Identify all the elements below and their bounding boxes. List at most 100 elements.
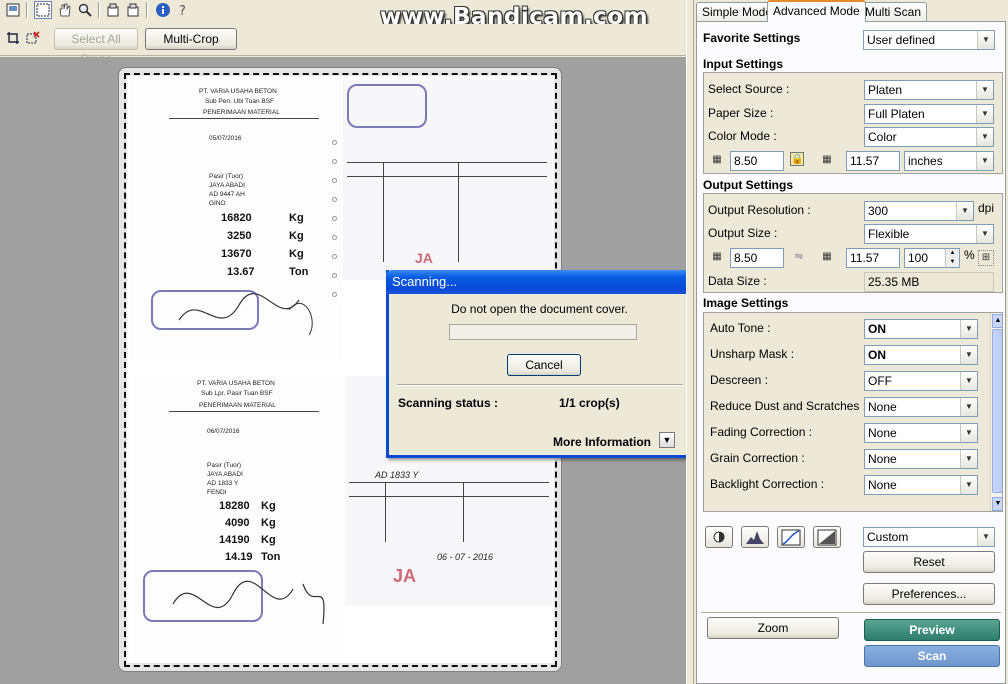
cancel-button[interactable]: Cancel — [507, 354, 581, 376]
color-mode-select[interactable]: Color ▼ — [864, 127, 994, 147]
toolbar-separator — [26, 2, 28, 18]
handwritten-date: 06 - 07 - 2016 — [437, 552, 494, 562]
image-setting-value: None — [868, 478, 897, 492]
scanning-status-label: Scanning status : — [398, 396, 499, 410]
toolbar-separator — [146, 2, 148, 18]
select-all-crops-button[interactable]: Select All Crops — [54, 28, 138, 66]
aspect-lock-icon[interactable]: 🔒 — [790, 152, 804, 166]
input-height-field[interactable]: 11.57 — [846, 151, 900, 171]
select-source-select[interactable]: Platen ▼ — [864, 80, 994, 100]
scale-field[interactable]: 100 ▲ ▼ — [904, 248, 960, 268]
paper-size-select[interactable]: Full Platen ▼ — [864, 104, 994, 124]
image-setting-select[interactable]: ON ▼ — [864, 319, 978, 339]
scroll-up-icon[interactable]: ▲ — [992, 314, 1002, 328]
paper-size-value: Full Platen — [868, 107, 925, 121]
output-width-field[interactable]: 8.50 — [730, 248, 784, 268]
pane-splitter[interactable] — [686, 0, 694, 684]
image-settings-heading: Image Settings — [703, 296, 789, 310]
input-width-field[interactable]: 8.50 — [730, 151, 784, 171]
unit-select[interactable]: inches ▼ — [904, 151, 994, 171]
reset-button[interactable]: Reset — [863, 551, 995, 573]
final-review-icon — [817, 529, 837, 546]
slip-column-line — [385, 482, 386, 542]
chevron-down-icon: ▼ — [960, 398, 977, 416]
image-setting-select[interactable]: None ▼ — [864, 423, 978, 443]
zoom-button[interactable]: Zoom — [707, 617, 839, 639]
color-mode-value: Color — [868, 130, 897, 144]
output-size-select[interactable]: Flexible ▼ — [864, 224, 994, 244]
preferences-button[interactable]: Preferences... — [863, 583, 995, 605]
scroll-down-icon[interactable]: ▼ — [992, 497, 1002, 511]
width-icon: ▦ — [712, 154, 722, 165]
image-setting-label: Grain Correction : — [710, 451, 805, 465]
receipt-material: Pasir (Tuor) — [209, 173, 244, 180]
image-settings-scrollbar[interactable]: ▲ ▼ — [990, 313, 1002, 511]
tab-advanced-mode[interactable]: Advanced Mode — [767, 0, 866, 22]
receipt-top: PT. VARIA USAHA BETON Sub Pen. Ubi Tuan … — [129, 80, 343, 360]
punch-holes — [332, 140, 338, 311]
image-setting-select[interactable]: None ▼ — [864, 397, 978, 417]
slip-rule — [347, 176, 547, 177]
receipt-unit: Kg — [261, 500, 276, 512]
help-icon[interactable]: ? — [174, 1, 192, 19]
spinner-icon[interactable]: ▲ ▼ — [945, 249, 959, 267]
rotate-right-icon[interactable] — [124, 1, 142, 19]
histogram-button[interactable] — [741, 526, 769, 548]
image-setting-select[interactable]: ON ▼ — [864, 345, 978, 365]
receipt-gross-weight: 18280 — [219, 500, 250, 512]
rotate-left-icon[interactable] — [104, 1, 122, 19]
chevron-down-icon: ▼ — [960, 476, 977, 494]
image-setting-label: Unsharp Mask : — [710, 347, 795, 361]
scroll-thumb[interactable] — [992, 329, 1002, 493]
input-settings-group: Select Source : Platen ▼ Paper Size : Ful… — [703, 72, 1003, 174]
chevron-down-icon: ▼ — [976, 225, 993, 243]
scan-button[interactable]: Scan — [864, 645, 1000, 667]
info-icon[interactable] — [154, 1, 172, 19]
dialog-title: Scanning... — [386, 270, 693, 294]
thumbnail-icon[interactable] — [4, 1, 22, 19]
chevron-down-icon: ▼ — [976, 152, 993, 170]
hand-tool-icon[interactable] — [56, 1, 74, 19]
link-icon: ⇋ — [794, 251, 804, 262]
tab-multi-scan[interactable]: Multi Scan — [859, 2, 928, 22]
slip-rule — [349, 482, 549, 483]
image-setting-value: None — [868, 452, 897, 466]
receipt-unit: Kg — [261, 517, 276, 529]
clear-crop-icon[interactable] — [24, 29, 42, 47]
receipt-driver: GINO — [209, 200, 226, 207]
select-source-value: Platen — [868, 83, 903, 97]
favorite-settings-select[interactable]: User defined ▼ — [863, 30, 995, 50]
multi-crop-button[interactable]: Multi-Crop — [145, 28, 237, 50]
image-setting-value: ON — [868, 348, 886, 362]
output-settings-group: Output Resolution : 300 ▼ dpi Output Size… — [703, 193, 1003, 293]
receipt-bottom: PT. VARIA USAHA BETON Sub Lpr. Pasir Tua… — [133, 374, 345, 658]
image-setting-select[interactable]: None ▼ — [864, 449, 978, 469]
output-settings-heading: Output Settings — [703, 178, 793, 192]
output-height-field[interactable]: 11.57 — [846, 248, 900, 268]
image-setting-select[interactable]: None ▼ — [864, 475, 978, 495]
tab-simple-mode[interactable]: Simple Mode — [696, 2, 779, 22]
receipt-ton-unit: Ton — [289, 266, 309, 278]
output-resolution-select[interactable]: 300 ▼ — [864, 201, 974, 221]
receipt-unit: Kg — [289, 212, 304, 224]
final-review-button[interactable] — [813, 526, 841, 548]
auto-crop-icon[interactable] — [4, 29, 22, 47]
tone-preset-value: Custom — [867, 530, 909, 544]
chevron-down-icon: ▼ — [976, 128, 993, 146]
grid-icon[interactable]: ⊞ — [978, 250, 994, 266]
image-setting-select[interactable]: OFF ▼ — [864, 371, 978, 391]
expand-icon[interactable]: ▼ — [659, 432, 675, 448]
receipt-rule — [169, 411, 319, 412]
chevron-down-icon: ▼ — [960, 372, 977, 390]
percent-label: % — [964, 248, 975, 262]
input-settings-heading: Input Settings — [703, 57, 783, 71]
brightness-contrast-button[interactable] — [705, 526, 733, 548]
tone-preset-select[interactable]: Custom ▼ — [863, 527, 995, 547]
zoom-tool-icon[interactable] — [76, 1, 94, 19]
receipt-tons: 13.67 — [227, 266, 255, 278]
tone-curve-button[interactable] — [777, 526, 805, 548]
crop-select-icon[interactable] — [34, 1, 52, 19]
chevron-down-icon: ▼ — [960, 424, 977, 442]
preview-button[interactable]: Preview — [864, 619, 1000, 641]
receipt-company: PT. VARIA USAHA BETON — [199, 88, 277, 95]
